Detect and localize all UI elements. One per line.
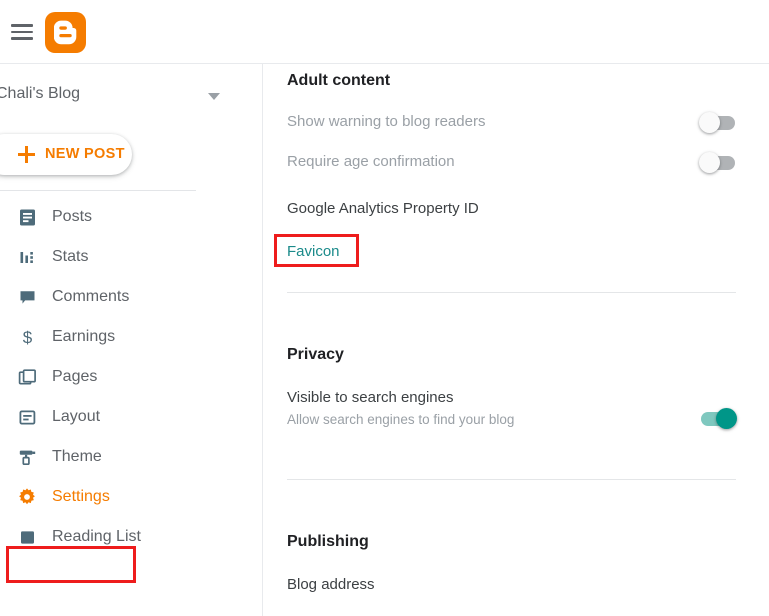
require-age-toggle[interactable] bbox=[699, 152, 735, 173]
blog-address-label: Blog address bbox=[287, 576, 375, 593]
hamburger-line bbox=[11, 24, 33, 27]
sidebar-item-label: Comments bbox=[52, 288, 130, 305]
show-warning-toggle[interactable] bbox=[699, 112, 735, 133]
publishing-heading: Publishing bbox=[287, 533, 369, 550]
top-bar bbox=[0, 0, 769, 64]
new-post-button[interactable]: NEW POST bbox=[0, 134, 132, 175]
pages-icon bbox=[16, 366, 38, 388]
document-icon bbox=[16, 206, 38, 228]
bar-chart-icon bbox=[16, 246, 38, 268]
favicon-label: Favicon bbox=[287, 243, 340, 260]
sidebar-item-label: Earnings bbox=[52, 328, 116, 345]
sidebar-item-label: Stats bbox=[52, 248, 89, 265]
section-divider bbox=[287, 292, 736, 293]
sidebar-item-comments[interactable]: Comments bbox=[0, 277, 262, 317]
hamburger-line bbox=[11, 37, 33, 40]
toggle-knob bbox=[699, 152, 720, 173]
blogger-b-glyph bbox=[54, 20, 77, 45]
privacy-heading: Privacy bbox=[287, 346, 344, 363]
blogger-logo-icon[interactable] bbox=[45, 12, 86, 53]
sidebar-item-stats[interactable]: Stats bbox=[0, 237, 262, 277]
sidebar-item-label: Settings bbox=[52, 488, 110, 505]
section-divider bbox=[287, 479, 736, 480]
google-analytics-label: Google Analytics Property ID bbox=[287, 200, 479, 217]
require-age-label: Require age confirmation bbox=[287, 153, 455, 170]
settings-content: Adult content Show warning to blog reade… bbox=[262, 64, 769, 616]
favicon-row[interactable]: Favicon bbox=[287, 243, 737, 260]
sidebar-item-label: Pages bbox=[52, 368, 98, 385]
plus-icon bbox=[18, 146, 35, 163]
blogger-settings-page: Chali's Blog NEW POST Posts Stats Commen… bbox=[0, 0, 769, 616]
paint-roller-icon bbox=[16, 446, 38, 468]
sidebar-item-label: Reading List bbox=[52, 528, 141, 545]
blog-name: Chali's Blog bbox=[0, 85, 80, 102]
sidebar-item-posts[interactable]: Posts bbox=[0, 197, 262, 237]
sidebar-item-label: Layout bbox=[52, 408, 101, 425]
toggle-knob bbox=[716, 408, 737, 429]
sidebar-item-label: Theme bbox=[52, 448, 102, 465]
blog-selector[interactable]: Chali's Blog bbox=[0, 82, 230, 112]
sidebar-item-settings[interactable]: Settings bbox=[0, 477, 262, 517]
hamburger-line bbox=[11, 30, 33, 34]
gear-icon bbox=[16, 486, 38, 508]
visible-search-engines-label: Visible to search engines bbox=[287, 389, 454, 406]
adult-content-heading: Adult content bbox=[287, 72, 391, 89]
visible-search-engines-toggle[interactable] bbox=[701, 408, 737, 429]
sidebar-item-theme[interactable]: Theme bbox=[0, 437, 262, 477]
sidebar-item-pages[interactable]: Pages bbox=[0, 357, 262, 397]
sidebar-item-earnings[interactable]: $ Earnings bbox=[0, 317, 262, 357]
sidebar-nav: Posts Stats Comments $ Earnings Pages La… bbox=[0, 197, 262, 557]
google-analytics-row[interactable]: Google Analytics Property ID bbox=[287, 200, 737, 217]
show-warning-label: Show warning to blog readers bbox=[287, 113, 486, 130]
require-age-row[interactable]: Require age confirmation bbox=[287, 153, 737, 170]
visible-search-engines-sub: Allow search engines to find your blog bbox=[287, 412, 515, 427]
sidebar-item-reading-list[interactable]: Reading List bbox=[0, 517, 262, 557]
svg-text:$: $ bbox=[22, 328, 32, 347]
blog-address-row[interactable]: Blog address bbox=[287, 576, 737, 593]
visible-search-engines-row[interactable]: Visible to search engines Allow search e… bbox=[287, 389, 737, 427]
sidebar-divider bbox=[0, 190, 196, 191]
toggle-knob bbox=[699, 112, 720, 133]
sidebar-item-layout[interactable]: Layout bbox=[0, 397, 262, 437]
sidebar: Chali's Blog NEW POST Posts Stats Commen… bbox=[0, 64, 262, 616]
chevron-down-icon[interactable] bbox=[208, 93, 220, 100]
comment-icon bbox=[16, 286, 38, 308]
layout-icon bbox=[16, 406, 38, 428]
sidebar-item-label: Posts bbox=[52, 208, 93, 225]
hamburger-menu-icon[interactable] bbox=[9, 19, 35, 45]
new-post-label: NEW POST bbox=[45, 146, 125, 162]
reading-list-icon bbox=[16, 526, 38, 548]
dollar-icon: $ bbox=[16, 326, 38, 348]
show-warning-row[interactable]: Show warning to blog readers bbox=[287, 113, 737, 130]
